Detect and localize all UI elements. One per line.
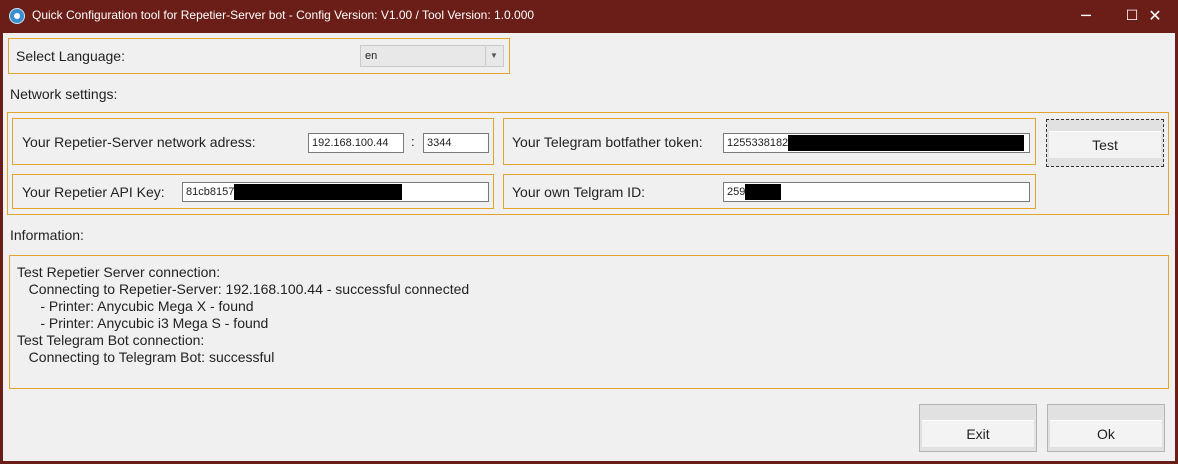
information-label: Information:	[10, 227, 84, 243]
information-lines: Test Repetier Server connection: Connect…	[17, 264, 469, 366]
telegram-id-group: Your own Telgram ID: 259	[503, 174, 1036, 209]
exit-button[interactable]: Exit	[919, 404, 1037, 452]
language-select[interactable]: en ▼	[360, 45, 504, 67]
api-key-label: Your Repetier API Key:	[22, 184, 165, 200]
language-label: Select Language:	[16, 48, 125, 64]
app-window: Quick Configuration tool for Repetier-Se…	[0, 0, 1178, 464]
chevron-down-icon[interactable]: ▼	[485, 47, 502, 65]
exit-button-label: Exit	[922, 420, 1034, 447]
redaction-bar	[788, 135, 1025, 151]
ok-button[interactable]: Ok	[1047, 404, 1165, 452]
info-line: Test Repetier Server connection:	[17, 264, 221, 280]
info-line: - Printer: Anycubic i3 Mega S - found	[17, 315, 269, 331]
network-settings-label: Network settings:	[10, 86, 118, 102]
close-button[interactable]: ✕	[1132, 0, 1178, 32]
telegram-token-group: Your Telegram botfather token: 125533818…	[503, 118, 1036, 165]
language-value: en	[365, 50, 378, 62]
telegram-token-input[interactable]: 1255338182	[723, 133, 1030, 153]
test-button-label: Test	[1049, 131, 1161, 158]
api-key-value: 81cb8157	[186, 186, 235, 198]
api-key-group: Your Repetier API Key: 81cb8157	[12, 174, 494, 209]
window-title: Quick Configuration tool for Repetier-Se…	[32, 8, 535, 22]
information-log: Test Repetier Server connection: Connect…	[9, 255, 1169, 389]
test-button[interactable]: Test	[1046, 119, 1164, 167]
redaction-bar	[234, 184, 403, 200]
telegram-id-input[interactable]: 259	[723, 182, 1030, 202]
server-address-label: Your Repetier-Server network adress:	[22, 134, 256, 150]
app-icon	[9, 8, 25, 24]
server-address-input[interactable]: 192.168.100.44	[308, 133, 404, 153]
port-separator: :	[411, 134, 415, 149]
language-group: Select Language: en ▼	[8, 38, 510, 74]
info-line: Connecting to Telegram Bot: successful	[17, 349, 275, 365]
info-line: Test Telegram Bot connection:	[17, 332, 205, 348]
port-input[interactable]: 3344	[423, 133, 489, 153]
client-area: Select Language: en ▼ Network settings: …	[3, 33, 1175, 461]
server-address-group: Your Repetier-Server network adress: 192…	[12, 118, 494, 165]
api-key-input[interactable]: 81cb8157	[182, 182, 489, 202]
redaction-bar	[745, 184, 782, 200]
info-line: Connecting to Repetier-Server: 192.168.1…	[17, 281, 470, 297]
telegram-token-value: 1255338182	[727, 137, 789, 149]
title-bar[interactable]: Quick Configuration tool for Repetier-Se…	[0, 0, 1178, 32]
info-line: - Printer: Anycubic Mega X - found	[17, 298, 254, 314]
telegram-id-label: Your own Telgram ID:	[512, 184, 646, 200]
telegram-id-value: 259	[727, 186, 746, 198]
minimize-button[interactable]: ─	[1063, 0, 1109, 32]
ok-button-label: Ok	[1050, 420, 1162, 447]
telegram-token-label: Your Telegram botfather token:	[512, 134, 703, 150]
